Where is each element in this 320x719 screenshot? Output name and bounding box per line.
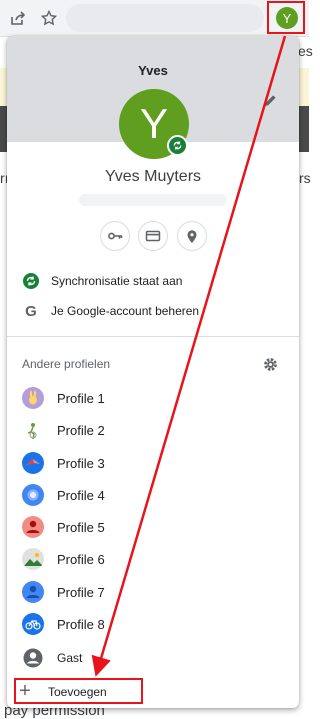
annotation-arrow	[91, 35, 287, 677]
